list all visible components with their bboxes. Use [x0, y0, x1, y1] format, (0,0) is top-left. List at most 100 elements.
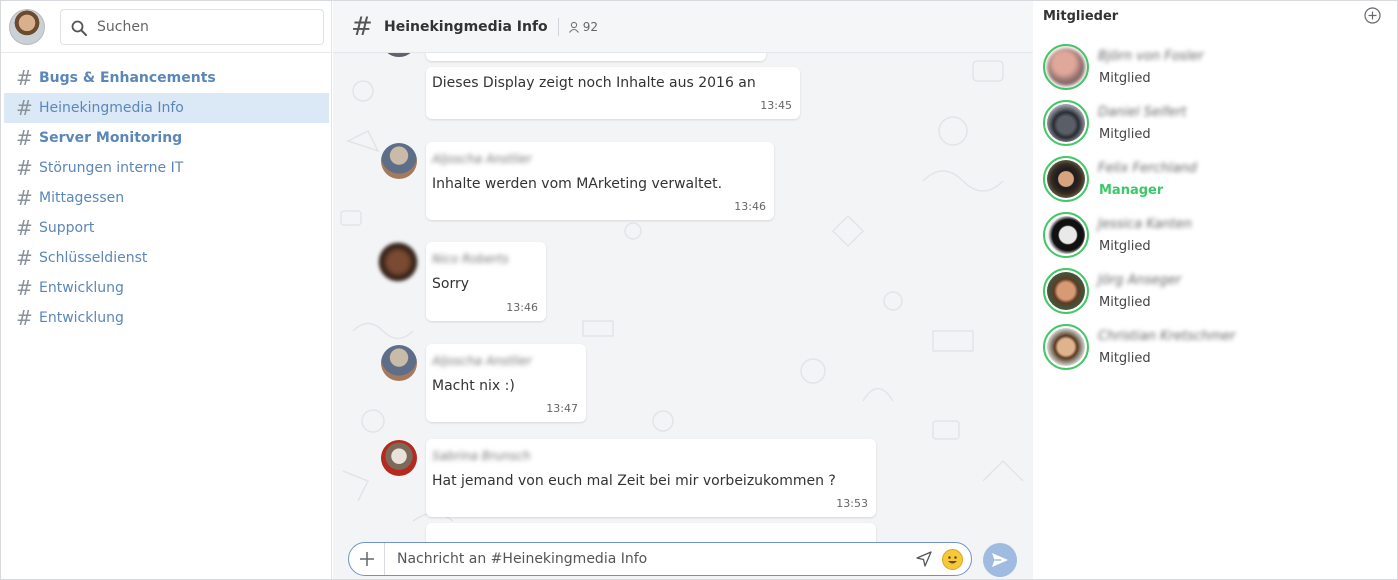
member-role: Mitglied — [1099, 351, 1151, 366]
message-avatar[interactable] — [378, 242, 418, 282]
member-name: Jessica Kanten — [1098, 217, 1192, 232]
hash-icon: # — [16, 186, 33, 210]
member-role: Mitglied — [1099, 71, 1151, 86]
channel-label: Mittagessen — [39, 190, 125, 206]
channel-item-stoerungen-interne-it[interactable]: # Störungen interne IT — [1, 153, 331, 183]
add-circle-icon[interactable] — [1364, 7, 1381, 24]
member-avatar — [1043, 100, 1089, 146]
message-bubble: Nico Roberts Sorry 13:46 — [426, 242, 546, 321]
hash-icon: # — [351, 11, 373, 42]
message-time: 13:53 — [836, 497, 868, 510]
member-name: Jörg Anseger — [1098, 273, 1182, 288]
member-name: Christian Kretschmer — [1098, 329, 1236, 344]
member-role: Mitglied — [1099, 295, 1151, 310]
message-author: Aljoscha Anstlier — [432, 152, 532, 166]
emoji-face-glyph — [948, 556, 957, 564]
member-role: Mitglied — [1099, 127, 1151, 142]
chat-panel: # Heinekingmedia Info 92 Dieses Display … — [333, 1, 1033, 579]
message-avatar[interactable] — [381, 440, 417, 476]
hash-icon: # — [16, 246, 33, 270]
channel-list: # Bugs & Enhancements # Heinekingmedia I… — [1, 53, 331, 333]
channel-item-heinekingmedia-info[interactable]: # Heinekingmedia Info — [4, 93, 329, 123]
channel-item-support[interactable]: # Support — [1, 213, 331, 243]
paper-plane-icon[interactable] — [916, 551, 932, 567]
hash-icon: # — [16, 96, 33, 120]
channel-label: Entwicklung — [39, 310, 124, 326]
channel-label: Support — [39, 220, 95, 236]
hash-icon: # — [16, 126, 33, 150]
channel-title: Heinekingmedia Info — [384, 18, 548, 35]
message-avatar[interactable] — [381, 143, 417, 179]
members-panel: Mitglieder Björn von Fosler Mitglied Dan… — [1034, 1, 1397, 579]
channel-label: Server Monitoring — [39, 130, 183, 146]
hash-icon: # — [16, 216, 33, 240]
message-text: Macht nix :) — [432, 378, 515, 394]
chat-header: # Heinekingmedia Info 92 — [333, 1, 1033, 53]
member-name: Felix Ferchland — [1098, 161, 1197, 176]
member-count-value: 92 — [582, 19, 598, 34]
paper-plane-icon — [992, 553, 1008, 567]
channel-sidebar: # Bugs & Enhancements # Heinekingmedia I… — [1, 1, 332, 579]
hash-icon: # — [16, 156, 33, 180]
message-time: 13:47 — [546, 402, 578, 415]
message-text: Hat jemand von euch mal Zeit bei mir vor… — [432, 473, 836, 489]
hash-icon: # — [16, 276, 33, 300]
search-input[interactable] — [97, 16, 317, 38]
channel-item-server-monitoring[interactable]: # Server Monitoring — [1, 123, 331, 153]
message-author: Sabrina Brunsch — [432, 449, 531, 463]
member-item[interactable]: Jörg Anseger Mitglied — [1043, 268, 1373, 316]
member-role: Manager — [1099, 183, 1164, 198]
member-item[interactable]: Felix Ferchland Manager — [1043, 156, 1373, 204]
members-title: Mitglieder — [1043, 9, 1119, 24]
member-item[interactable]: Christian Kretschmer Mitglied — [1043, 324, 1373, 372]
channel-item-entwicklung[interactable]: # Entwicklung — [1, 273, 331, 303]
member-item[interactable]: Daniel Seifert Mitglied — [1043, 100, 1373, 148]
member-name: Björn von Fosler — [1098, 49, 1204, 64]
channel-item-bugs-enhancements[interactable]: # Bugs & Enhancements — [1, 63, 331, 93]
sidebar-header — [1, 1, 331, 53]
channel-label: Schlüsseldienst — [39, 250, 148, 266]
message-time: 13:46 — [734, 200, 766, 213]
channel-item-mittagessen[interactable]: # Mittagessen — [1, 183, 331, 213]
channel-label: Störungen interne IT — [39, 160, 184, 176]
message-bubble: Aljoscha Anstlier Macht nix :) 13:47 — [426, 344, 586, 422]
message-time: 13:46 — [506, 301, 538, 314]
attach-plus-button[interactable] — [349, 543, 385, 575]
member-role: Mitglied — [1099, 239, 1151, 254]
message-text: Inhalte werden vom MArketing verwaltet. — [432, 176, 723, 192]
plus-icon — [359, 552, 374, 566]
channel-label: Entwicklung — [39, 280, 124, 296]
user-icon — [568, 21, 579, 33]
message-bubble: Dieses Display zeigt noch Inhalte aus 20… — [426, 67, 800, 119]
header-divider — [557, 17, 559, 36]
member-avatar — [1043, 324, 1089, 370]
channel-label: Heinekingmedia Info — [39, 100, 184, 116]
member-count-button[interactable]: 92 — [568, 20, 598, 34]
hash-icon: # — [16, 306, 33, 330]
emoji-icon[interactable] — [942, 549, 963, 570]
member-item[interactable]: Jessica Kanten Mitglied — [1043, 212, 1373, 260]
member-avatar — [1043, 44, 1089, 90]
hash-icon: # — [16, 66, 33, 90]
member-name: Daniel Seifert — [1098, 105, 1187, 120]
channel-item-schluesseldienst[interactable]: # Schlüsseldienst — [1, 243, 331, 273]
channel-item-entwicklung-2[interactable]: # Entwicklung — [1, 303, 331, 333]
message-avatar[interactable] — [381, 345, 417, 381]
message-text: Dieses Display zeigt noch Inhalte aus 20… — [432, 75, 756, 91]
message-bubble: Aljoscha Anstlier Inhalte werden vom MAr… — [426, 142, 774, 220]
message-author: Aljoscha Anstlier — [432, 354, 532, 368]
member-item[interactable]: Björn von Fosler Mitglied — [1043, 44, 1373, 92]
message-composer — [348, 542, 972, 576]
send-button[interactable] — [983, 543, 1017, 577]
message-bubble: Sabrina Brunsch Hat jemand von euch mal … — [426, 439, 876, 517]
app-window: # Bugs & Enhancements # Heinekingmedia I… — [0, 0, 1398, 580]
message-input[interactable] — [397, 549, 897, 569]
search-box[interactable] — [60, 9, 324, 45]
member-avatar — [1043, 156, 1089, 202]
my-avatar[interactable] — [9, 9, 45, 45]
member-avatar — [1043, 212, 1089, 258]
channel-label: Bugs & Enhancements — [39, 70, 216, 86]
message-author: Nico Roberts — [432, 252, 509, 266]
search-icon — [71, 20, 87, 36]
message-time: 13:45 — [760, 99, 792, 112]
